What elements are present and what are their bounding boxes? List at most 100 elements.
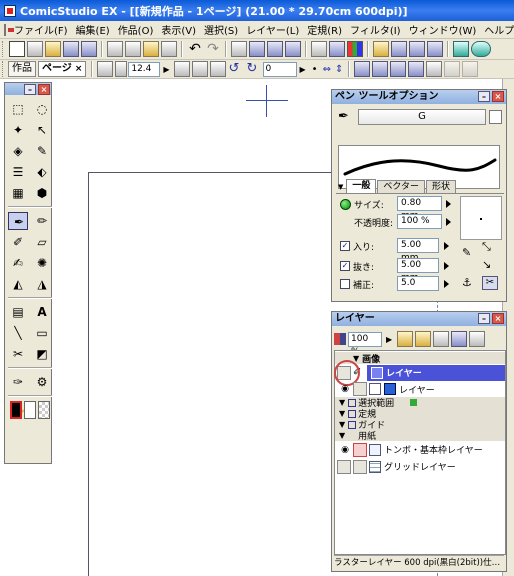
out-checkbox[interactable]: ✓ — [340, 261, 350, 271]
perspective-snap-icon[interactable] — [408, 61, 425, 77]
tool-button[interactable]: ✏ — [32, 212, 52, 230]
folder-toggle-icon[interactable]: ▼ — [339, 420, 345, 429]
opacity-arrow-icon[interactable] — [446, 218, 451, 226]
out-field[interactable]: 5.00 mm — [397, 258, 439, 283]
pen-options-header[interactable]: ペン ツールオプション – × — [332, 90, 506, 104]
tool-button[interactable]: A — [32, 303, 52, 321]
tool-button[interactable]: ◩ — [32, 345, 52, 363]
open-folder-icon[interactable] — [45, 41, 61, 57]
snap-toggle-icon[interactable] — [426, 61, 443, 77]
folder-toggle-icon[interactable]: ▼ — [339, 431, 345, 440]
correction-checkbox[interactable] — [340, 279, 350, 289]
cut-icon[interactable] — [107, 41, 123, 57]
layer-palette-header[interactable]: レイヤー – × — [332, 312, 506, 326]
menu-layer[interactable]: レイヤー(L) — [242, 22, 303, 37]
minimize-icon[interactable]: – — [478, 91, 490, 102]
sub-color-swatch[interactable] — [24, 401, 36, 419]
tab-general[interactable]: 一般 — [346, 179, 377, 193]
preset-menu-icon[interactable] — [489, 110, 502, 124]
eye-icon[interactable]: ◉ — [337, 384, 353, 394]
angle-field[interactable]: 0 — [262, 61, 297, 77]
tool-button[interactable]: ✐ — [8, 233, 28, 251]
flip-h-icon[interactable] — [173, 61, 190, 77]
menu-edit[interactable]: 編集(E) — [72, 22, 114, 37]
tool-button[interactable]: ◮ — [32, 275, 52, 293]
spread-view-icon[interactable] — [267, 41, 283, 57]
pressure-curve-icon[interactable]: ⤡ — [482, 240, 498, 254]
menu-window[interactable]: ウィンドウ(W) — [405, 22, 481, 37]
document-icon[interactable] — [4, 23, 14, 36]
gear-icon[interactable]: ✂ — [482, 276, 498, 290]
new-layer-icon[interactable] — [397, 331, 414, 347]
disabled-icon[interactable] — [444, 61, 461, 77]
color-grid-icon[interactable] — [347, 41, 363, 57]
tool-button[interactable]: ✺ — [32, 254, 52, 272]
tab-shape[interactable]: 形状 — [426, 180, 457, 193]
tool-button[interactable]: ✦ — [8, 121, 28, 139]
collapse-icon[interactable]: ▼ — [338, 183, 343, 191]
tab-vector[interactable]: ベクター — [377, 180, 426, 193]
tab-page[interactable]: ページ × — [38, 61, 87, 77]
correction-field[interactable]: 5.0 — [397, 276, 439, 291]
opacity-arrow-icon[interactable]: ▶ — [386, 335, 392, 344]
story-view-icon[interactable] — [285, 41, 301, 57]
layer-row[interactable]: グリッドレイヤー — [335, 458, 505, 475]
tool-palette-header[interactable]: – × — [5, 83, 51, 95]
toolbar-grip[interactable] — [2, 41, 5, 57]
folder-toggle-icon[interactable]: ▼ — [339, 409, 345, 418]
flip-arrows-v-icon[interactable]: ⇕ — [335, 64, 343, 75]
tool-button[interactable]: ▱ — [32, 233, 52, 251]
size-field[interactable]: 0.80 mm — [397, 196, 442, 221]
size-field[interactable]: 12.4 — [128, 61, 161, 77]
lock-toggle[interactable] — [353, 442, 367, 457]
flip-arrows-h-icon[interactable]: ⇔ — [323, 64, 331, 75]
tool-button[interactable]: ✑ — [8, 373, 28, 391]
layer-folder[interactable]: ▼ 画像 — [335, 352, 505, 365]
material-icon[interactable] — [373, 41, 389, 57]
rotate-view-icon[interactable] — [97, 61, 114, 77]
grid-snap-icon[interactable] — [372, 61, 389, 77]
dot-icon[interactable]: • — [312, 64, 318, 75]
close-icon[interactable]: × — [492, 313, 504, 324]
tool-button[interactable]: ☰ — [8, 163, 28, 181]
tool-button[interactable]: ⚙ — [32, 373, 52, 391]
in-arrow-icon[interactable] — [444, 242, 449, 250]
menu-view[interactable]: 表示(V) — [157, 22, 200, 37]
properties-icon[interactable] — [311, 41, 327, 57]
lock-toggle[interactable] — [353, 382, 367, 396]
pressure-out-icon[interactable]: ↘ — [482, 258, 498, 272]
save-icon[interactable] — [63, 41, 79, 57]
size-icon[interactable] — [115, 61, 128, 77]
tool-button[interactable]: ▭ — [32, 324, 52, 342]
layer-row[interactable]: ◉ トンボ・基本枠レイヤー — [335, 441, 505, 458]
size-arrow-icon[interactable] — [446, 200, 451, 208]
tool-button[interactable]: ⬢ — [32, 184, 52, 202]
print-icon[interactable] — [231, 41, 247, 57]
menu-ruler[interactable]: 定規(R) — [303, 22, 346, 37]
cs-badge-icon[interactable] — [471, 41, 491, 57]
palette-window-icon[interactable] — [391, 41, 407, 57]
layer-settings-icon[interactable] — [451, 331, 468, 347]
menu-work[interactable]: 作品(O) — [114, 22, 158, 37]
layer-list-icon[interactable] — [329, 41, 345, 57]
flip-v-icon[interactable] — [191, 61, 208, 77]
tool-button[interactable]: ◌ — [32, 100, 52, 118]
mirror-icon[interactable] — [209, 61, 226, 77]
window-title-bar[interactable]: ComicStudio EX - [[新規作品 - 1ページ] (21.00 *… — [0, 0, 514, 21]
tool-button[interactable]: ✎ — [32, 142, 52, 160]
layer-row[interactable]: ◉ レイヤー — [335, 381, 505, 397]
layer-row-selected[interactable]: ✐ レイヤー — [335, 364, 505, 381]
disabled-icon[interactable] — [462, 61, 479, 77]
tool-button[interactable]: ◈ — [8, 142, 28, 160]
play-icon[interactable] — [427, 41, 443, 57]
layer-opacity-field[interactable]: 100 % — [348, 331, 382, 357]
menu-filter[interactable]: フィルタ(I) — [346, 22, 405, 37]
tool-button[interactable]: ⬖ — [32, 163, 52, 181]
new-folder-icon[interactable] — [415, 331, 432, 347]
paste-icon[interactable] — [143, 41, 159, 57]
tool-button[interactable]: ▤ — [8, 303, 28, 321]
toolbar-grip[interactable] — [2, 61, 5, 77]
page-view-icon[interactable] — [249, 41, 265, 57]
vector-adjust-icon[interactable]: ⚓ — [462, 276, 478, 290]
close-icon[interactable]: × — [75, 64, 83, 74]
